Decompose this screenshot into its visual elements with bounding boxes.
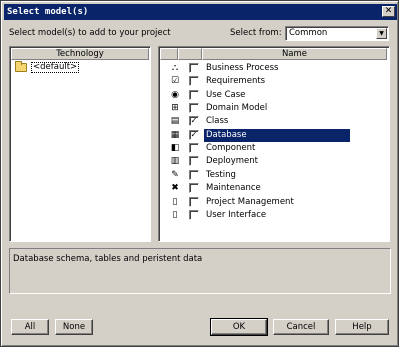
requirements-icon: ☑ bbox=[170, 76, 180, 87]
name-column-header[interactable]: Name bbox=[202, 48, 387, 60]
model-row-deployment[interactable]: ▥ Deployment bbox=[160, 155, 349, 168]
model-row-component[interactable]: ◧ Component bbox=[160, 142, 349, 155]
select-models-dialog: Select model(s) ✕ Select model(s) to add… bbox=[0, 0, 399, 347]
model-label: Domain Model bbox=[206, 103, 268, 114]
model-row-use-case[interactable]: ◉ Use Case bbox=[160, 89, 349, 102]
folder-icon bbox=[15, 61, 27, 72]
ok-button[interactable]: OK bbox=[210, 318, 268, 336]
technology-list[interactable]: Technology <default> bbox=[9, 46, 151, 242]
description-text: Database schema, tables and peristent da… bbox=[13, 254, 203, 264]
use-case-icon: ◉ bbox=[171, 89, 179, 100]
model-label: Component bbox=[206, 143, 256, 154]
model-row-user-interface[interactable]: ▯ User Interface bbox=[160, 209, 349, 222]
check-column-header[interactable] bbox=[178, 48, 202, 60]
model-label: Project Management bbox=[206, 196, 294, 207]
title-bar: Select model(s) ✕ bbox=[4, 4, 397, 20]
model-label: Requirements bbox=[206, 76, 266, 87]
technology-item-label: <default> bbox=[31, 62, 80, 73]
model-checkbox[interactable] bbox=[189, 103, 199, 114]
icon-column-header[interactable] bbox=[160, 48, 178, 60]
model-row-database[interactable]: ▦ ✓ Database bbox=[160, 128, 350, 142]
user-interface-icon: ▯ bbox=[172, 209, 178, 220]
deployment-icon: ▥ bbox=[170, 156, 180, 167]
maintenance-icon: ✖ bbox=[171, 183, 179, 194]
model-label: Maintenance bbox=[206, 183, 261, 194]
model-row-testing[interactable]: ✎ Testing bbox=[160, 169, 349, 182]
model-checkbox[interactable]: ✓ bbox=[189, 116, 199, 127]
testing-icon: ✎ bbox=[171, 169, 179, 180]
model-label: Class bbox=[206, 116, 229, 127]
model-checkbox[interactable] bbox=[189, 196, 199, 207]
window-title: Select model(s) bbox=[7, 7, 89, 17]
model-row-maintenance[interactable]: ✖ Maintenance bbox=[160, 182, 349, 195]
project-management-icon: ▯ bbox=[172, 196, 178, 207]
model-checkbox[interactable] bbox=[189, 169, 199, 180]
class-icon: ▤ bbox=[170, 116, 180, 127]
help-button[interactable]: Help bbox=[335, 319, 389, 335]
database-icon: ▦ bbox=[170, 129, 180, 140]
select-from-dropdown[interactable]: Common ▼ bbox=[285, 26, 389, 41]
all-button[interactable]: All bbox=[11, 319, 49, 335]
model-checkbox[interactable] bbox=[189, 63, 199, 73]
model-row-project-management[interactable]: ▯ Project Management bbox=[160, 196, 349, 209]
instruction-label: Select model(s) to add to your project bbox=[9, 28, 171, 38]
models-list[interactable]: Name ⛬ Business Process ☑ Requirements ◉ Use … bbox=[158, 46, 390, 242]
model-label: Database bbox=[206, 129, 247, 140]
model-label: Testing bbox=[206, 169, 236, 180]
model-row-business-process[interactable]: ⛬ Business Process bbox=[160, 62, 349, 75]
model-label: User Interface bbox=[206, 209, 267, 220]
none-button[interactable]: None bbox=[55, 319, 93, 335]
model-checkbox[interactable] bbox=[189, 183, 199, 194]
model-label: Use Case bbox=[206, 89, 246, 100]
model-label: Business Process bbox=[206, 63, 279, 73]
model-row-requirements[interactable]: ☑ Requirements bbox=[160, 75, 349, 88]
model-row-class[interactable]: ▤ ✓ Class bbox=[160, 115, 349, 128]
model-row-domain-model[interactable]: ⊞ Domain Model bbox=[160, 102, 349, 115]
technology-item-default[interactable]: <default> bbox=[15, 61, 80, 73]
model-checkbox[interactable] bbox=[189, 209, 199, 220]
cancel-button[interactable]: Cancel bbox=[273, 319, 329, 335]
technology-header[interactable]: Technology bbox=[11, 48, 149, 60]
model-label: Deployment bbox=[206, 156, 258, 167]
description-box: Database schema, tables and peristent da… bbox=[9, 248, 391, 294]
model-checkbox[interactable] bbox=[189, 143, 199, 154]
chevron-down-icon[interactable]: ▼ bbox=[376, 28, 387, 39]
domain-model-icon: ⊞ bbox=[171, 103, 179, 114]
select-from-label: Select from: bbox=[230, 28, 282, 38]
component-icon: ◧ bbox=[170, 143, 180, 154]
model-checkbox[interactable] bbox=[189, 156, 199, 167]
model-checkbox[interactable]: ✓ bbox=[189, 129, 199, 140]
close-icon[interactable]: ✕ bbox=[382, 6, 395, 17]
model-checkbox[interactable] bbox=[189, 76, 199, 87]
model-checkbox[interactable] bbox=[189, 89, 199, 100]
business-process-icon: ⛬ bbox=[171, 63, 179, 73]
select-from-value: Common bbox=[289, 28, 328, 38]
